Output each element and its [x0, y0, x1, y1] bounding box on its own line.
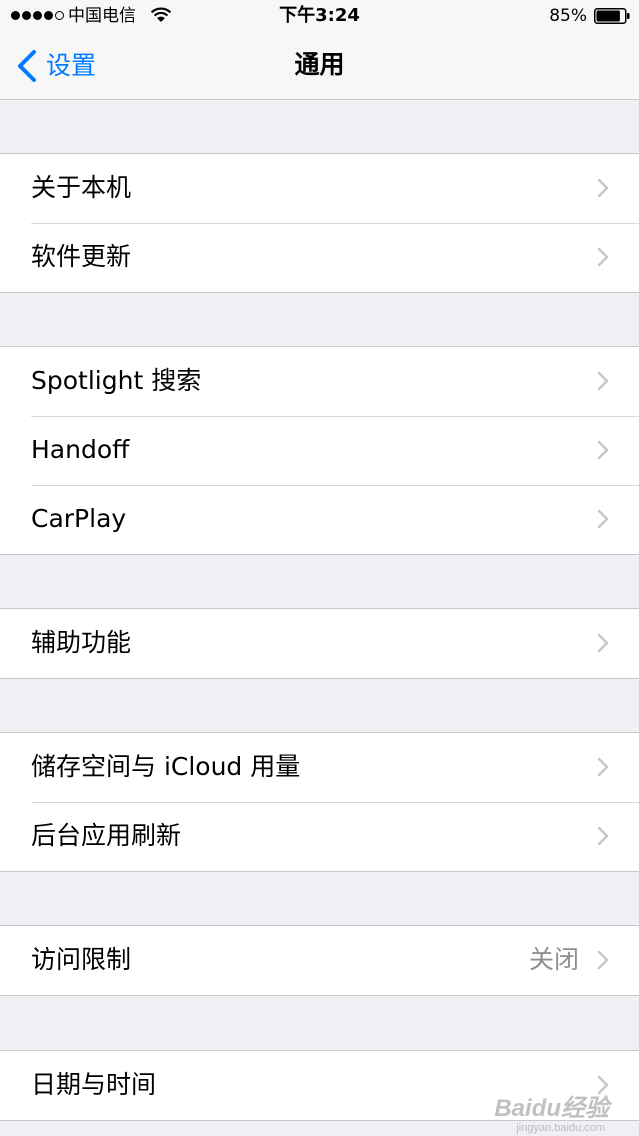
row-label: CarPlay — [31, 504, 127, 533]
row-label: 辅助功能 — [31, 628, 132, 657]
row-label: 关于本机 — [31, 173, 132, 202]
row-handoff[interactable]: Handoff — [0, 416, 639, 485]
chevron-right-icon — [597, 826, 609, 846]
row-label: 储存空间与 iCloud 用量 — [31, 752, 301, 781]
row-restrictions[interactable]: 访问限制 关闭 — [0, 926, 639, 995]
battery-icon — [594, 8, 630, 24]
watermark-logo: Baidu经验 — [494, 1095, 609, 1122]
row-spotlight-search[interactable]: Spotlight 搜索 — [0, 347, 639, 416]
chevron-right-icon — [597, 509, 609, 529]
chevron-right-icon — [597, 247, 609, 267]
row-label: Spotlight 搜索 — [31, 366, 202, 395]
row-storage-icloud-usage[interactable]: 储存空间与 iCloud 用量 — [0, 733, 639, 802]
battery-percentage: 85% — [549, 6, 587, 26]
row-label: 软件更新 — [31, 242, 132, 271]
chevron-right-icon — [597, 757, 609, 777]
settings-group: 储存空间与 iCloud 用量 后台应用刷新 — [0, 732, 639, 872]
chevron-right-icon — [597, 633, 609, 653]
row-value: 关闭 — [528, 945, 579, 974]
row-software-update[interactable]: 软件更新 — [0, 223, 639, 292]
row-accessibility[interactable]: 辅助功能 — [0, 609, 639, 678]
status-time: 下午3:24 — [279, 5, 360, 26]
settings-group: 访问限制 关闭 — [0, 925, 639, 996]
settings-list: 关于本机 软件更新 Spotlight 搜索 Handoff CarPlay 辅… — [0, 100, 639, 1121]
row-label: 访问限制 — [31, 945, 132, 974]
status-bar: 中国电信 下午3:24 85% — [0, 0, 639, 32]
page-title: 通用 — [294, 50, 345, 79]
row-about[interactable]: 关于本机 — [0, 154, 639, 223]
watermark-url: jingyan.baidu.com — [516, 1122, 605, 1134]
navigation-bar: 设置 通用 — [0, 32, 639, 100]
row-label: 日期与时间 — [31, 1070, 157, 1099]
row-background-app-refresh[interactable]: 后台应用刷新 — [0, 802, 639, 871]
row-label: Handoff — [31, 435, 130, 464]
chevron-right-icon — [597, 371, 609, 391]
row-label: 后台应用刷新 — [31, 821, 182, 850]
row-carplay[interactable]: CarPlay — [0, 485, 639, 554]
settings-group: Spotlight 搜索 Handoff CarPlay — [0, 346, 639, 555]
chevron-right-icon — [597, 440, 609, 460]
settings-general-screen: 中国电信 下午3:24 85% 设置 通用 关于本机 软件更新 Spotligh… — [0, 0, 639, 1136]
chevron-right-icon — [597, 950, 609, 970]
chevron-right-icon — [597, 1075, 609, 1095]
settings-group: 关于本机 软件更新 — [0, 153, 639, 293]
chevron-right-icon — [597, 178, 609, 198]
settings-group: 辅助功能 — [0, 608, 639, 679]
